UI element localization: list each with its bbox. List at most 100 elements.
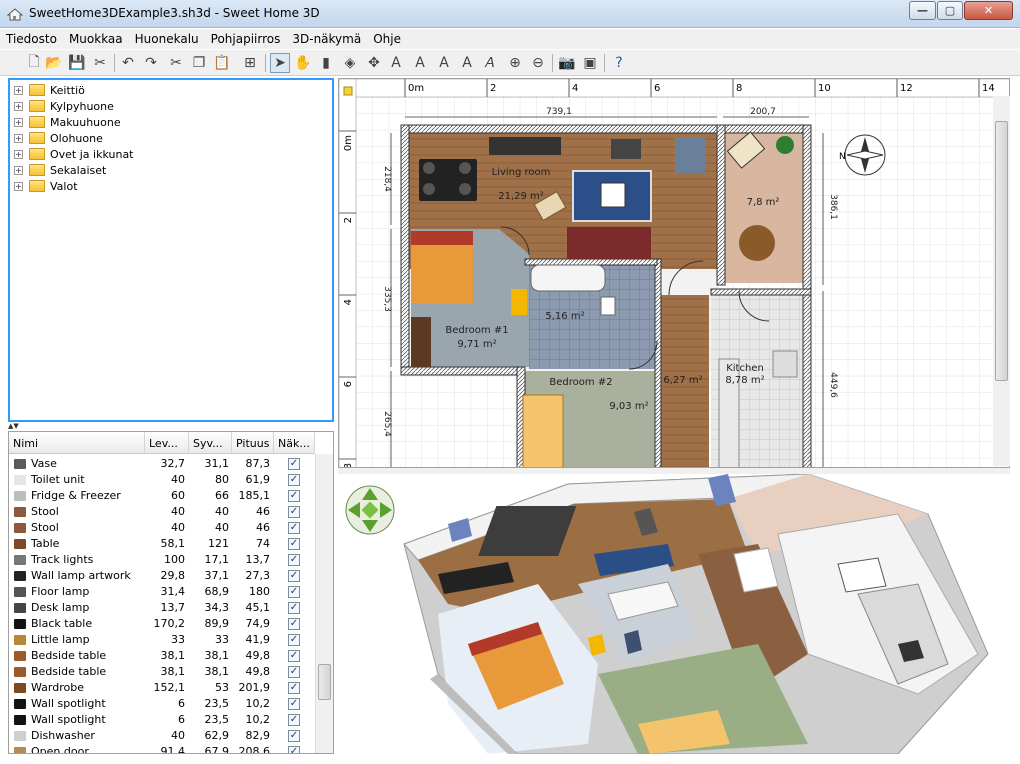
add-text-icon[interactable]: A — [386, 53, 406, 73]
create-walls-icon[interactable]: ▮ — [316, 53, 336, 73]
expand-icon[interactable]: + — [14, 149, 23, 159]
furniture-row[interactable]: Track lights 100 17,1 13,7 ✓ — [9, 552, 315, 568]
menu-3d-view[interactable]: 3D-näkymä — [286, 29, 367, 49]
furniture-row[interactable]: Dishwasher 40 62,9 82,9 ✓ — [9, 728, 315, 744]
visible-checkbox[interactable]: ✓ — [288, 522, 300, 534]
visible-checkbox[interactable]: ✓ — [288, 474, 300, 486]
visible-checkbox[interactable]: ✓ — [288, 698, 300, 710]
visible-checkbox[interactable]: ✓ — [288, 554, 300, 566]
desk-chair[interactable] — [511, 289, 527, 315]
plan-vertical-scrollbar[interactable] — [993, 96, 1010, 466]
visible-checkbox[interactable]: ✓ — [288, 730, 300, 742]
menu-file[interactable]: Tiedosto — [0, 29, 63, 49]
furniture-row[interactable]: Desk lamp 13,7 34,3 45,1 ✓ — [9, 600, 315, 616]
column-header-height[interactable]: Pituus — [232, 432, 274, 454]
create-video-icon[interactable]: ▣ — [580, 53, 600, 73]
wall[interactable] — [802, 124, 812, 292]
furniture-row[interactable]: Wall spotlight 6 23,5 10,2 ✓ — [9, 696, 315, 712]
zoom-in-icon[interactable]: ⊕ — [505, 53, 525, 73]
visible-checkbox[interactable]: ✓ — [288, 650, 300, 662]
fridge[interactable] — [772, 350, 798, 378]
column-header-name[interactable]: Nimi — [9, 432, 145, 454]
chair[interactable] — [423, 183, 435, 195]
furniture-row[interactable]: Wall spotlight 6 23,5 10,2 ✓ — [9, 712, 315, 728]
wardrobe[interactable] — [411, 317, 431, 367]
catalog-category[interactable]: + Sekalaiset — [14, 162, 106, 178]
expand-icon[interactable]: + — [14, 117, 23, 127]
wall[interactable] — [802, 294, 812, 468]
furniture-row[interactable]: Little lamp 33 33 41,9 ✓ — [9, 632, 315, 648]
furniture-row[interactable]: Table 58,1 121 74 ✓ — [9, 536, 315, 552]
plant[interactable] — [776, 136, 794, 154]
paste-icon[interactable]: 📋 — [212, 53, 232, 73]
visible-checkbox[interactable]: ✓ — [288, 458, 300, 470]
scrollbar-thumb[interactable] — [318, 664, 331, 700]
furniture-row[interactable]: Bedside table 38,1 38,1 49,8 ✓ — [9, 648, 315, 664]
visible-checkbox[interactable]: ✓ — [288, 634, 300, 646]
furniture-row[interactable]: Wall lamp artwork 29,8 37,1 27,3 ✓ — [9, 568, 315, 584]
increase-text-icon[interactable]: A — [410, 53, 430, 73]
navigation-arrows-icon[interactable] — [345, 485, 395, 535]
pan-mode-icon[interactable]: ✋ — [293, 53, 313, 73]
plan-view[interactable]: 0m 2 4 6 8 10 12 14 0m 2 4 6 8 Living ro… — [338, 78, 1010, 468]
wall[interactable] — [710, 288, 812, 296]
expand-icon[interactable]: + — [14, 133, 23, 143]
furniture-row[interactable]: Stool 40 40 46 ✓ — [9, 520, 315, 536]
copy-icon[interactable]: ❐ — [189, 53, 209, 73]
chair[interactable] — [459, 162, 471, 174]
3d-scene[interactable] — [338, 474, 1020, 754]
decrease-text-icon[interactable]: A — [434, 53, 454, 73]
furniture-scrollbar[interactable] — [315, 454, 333, 753]
catalog-category[interactable]: + Kylpyhuone — [14, 98, 114, 114]
catalog-category[interactable]: + Keittiö — [14, 82, 85, 98]
column-header-width[interactable]: Lev... — [145, 432, 189, 454]
new-file-icon[interactable]: 🗋 — [24, 53, 44, 73]
split-pane-arrows-icon[interactable]: ▲▼ — [8, 422, 38, 430]
visible-checkbox[interactable]: ✓ — [288, 746, 300, 753]
wall[interactable] — [716, 124, 726, 286]
save-icon[interactable]: 💾 — [67, 53, 87, 73]
wall[interactable] — [654, 258, 662, 468]
column-header-depth[interactable]: Syv... — [189, 432, 232, 454]
menu-edit[interactable]: Muokkaa — [63, 29, 129, 49]
visible-checkbox[interactable]: ✓ — [288, 666, 300, 678]
furniture-row[interactable]: Toilet unit 40 80 61,9 ✓ — [9, 472, 315, 488]
catalog-category[interactable]: + Makuuhuone — [14, 114, 121, 130]
visible-checkbox[interactable]: ✓ — [288, 714, 300, 726]
undo-icon[interactable]: ↶ — [118, 53, 138, 73]
scrollbar-thumb[interactable] — [995, 121, 1008, 381]
desk[interactable] — [675, 137, 705, 173]
help-icon[interactable]: ? — [609, 53, 629, 73]
3d-kitchen-window[interactable] — [837, 557, 887, 593]
tv-unit[interactable] — [611, 139, 641, 159]
expand-icon[interactable]: + — [14, 85, 23, 95]
toilet[interactable] — [600, 296, 616, 316]
create-rooms-icon[interactable]: ◈ — [340, 53, 360, 73]
bold-text-icon[interactable]: A — [457, 53, 477, 73]
visible-checkbox[interactable]: ✓ — [288, 586, 300, 598]
furniture-row[interactable]: Vase 32,7 31,1 87,3 ✓ — [9, 456, 315, 472]
furniture-row[interactable]: Bedside table 38,1 38,1 49,8 ✓ — [9, 664, 315, 680]
catalog-category[interactable]: + Ovet ja ikkunat — [14, 146, 134, 162]
coffee-table[interactable] — [600, 182, 626, 208]
expand-icon[interactable]: + — [14, 101, 23, 111]
sofa[interactable] — [567, 227, 651, 259]
wall[interactable] — [400, 124, 410, 372]
redo-icon[interactable]: ↷ — [141, 53, 161, 73]
bathtub[interactable] — [530, 264, 606, 292]
cut-icon[interactable]: ✂ — [166, 53, 186, 73]
create-dimensions-icon[interactable]: ✥ — [364, 53, 384, 73]
furniture-row[interactable]: Floor lamp 31,4 68,9 180 ✓ — [9, 584, 315, 600]
minimize-button[interactable]: — — [909, 1, 936, 20]
furniture-row[interactable]: Fridge & Freezer 60 66 185,1 ✓ — [9, 488, 315, 504]
chair[interactable] — [423, 162, 435, 174]
visible-checkbox[interactable]: ✓ — [288, 538, 300, 550]
menu-furniture[interactable]: Huonekalu — [129, 29, 205, 49]
bookcase[interactable] — [489, 137, 561, 155]
visible-checkbox[interactable]: ✓ — [288, 490, 300, 502]
single-bed[interactable] — [522, 394, 564, 468]
catalog-category[interactable]: + Valot — [14, 178, 78, 194]
catalog-category[interactable]: + Olohuone — [14, 130, 103, 146]
maximize-button[interactable]: ▢ — [937, 1, 963, 20]
menu-help[interactable]: Ohje — [367, 29, 407, 49]
